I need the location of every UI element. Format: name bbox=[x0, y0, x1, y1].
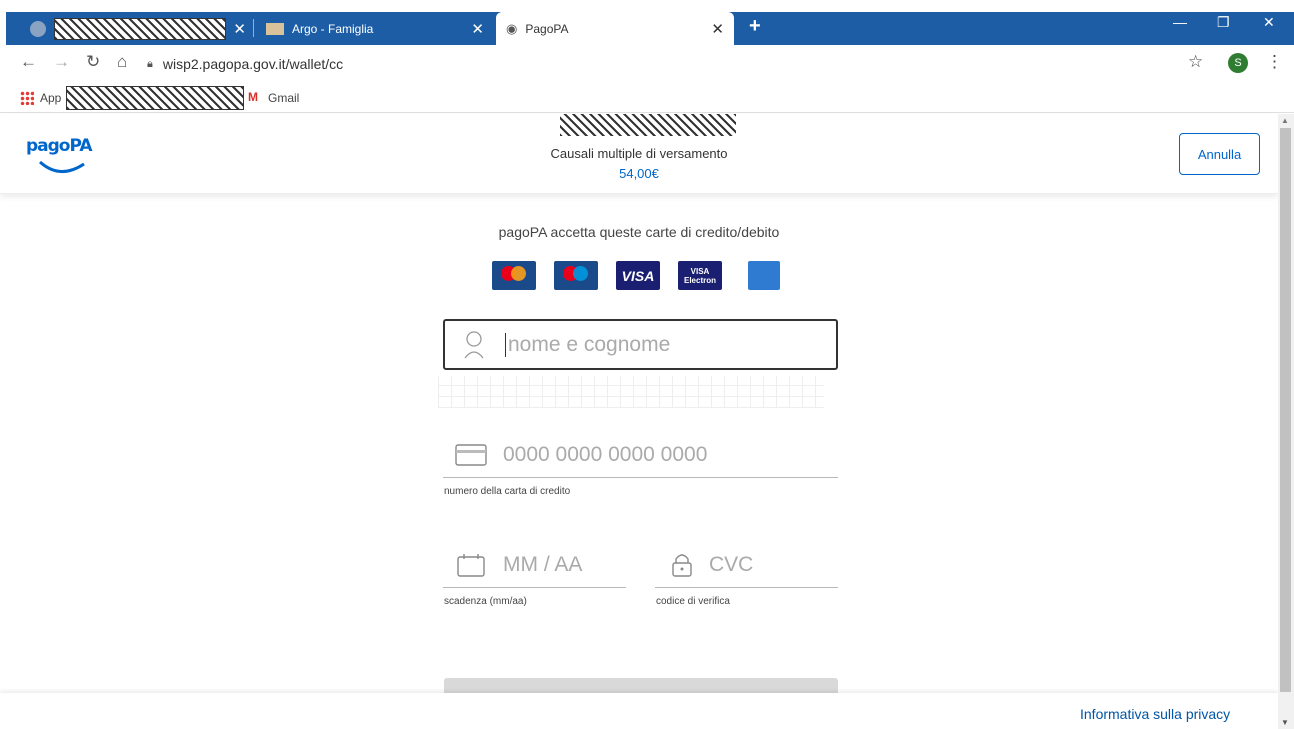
close-window-icon[interactable]: ✕ bbox=[1263, 14, 1275, 31]
close-tab-icon[interactable]: ✕ bbox=[711, 20, 724, 38]
cvc-placeholder: CVC bbox=[709, 552, 754, 576]
bookmark-apps[interactable]: App bbox=[40, 91, 61, 105]
cardholder-name-input[interactable]: nome e cognome bbox=[443, 319, 838, 370]
new-tab-button[interactable]: + bbox=[749, 15, 761, 38]
cancel-button[interactable]: Annulla bbox=[1179, 133, 1260, 175]
calendar-icon bbox=[457, 553, 485, 577]
footer: Informativa sulla privacy bbox=[0, 693, 1278, 729]
pagopa-header: pagoPA Causali multiple di versamento 54… bbox=[0, 114, 1278, 194]
bookmark-star-icon[interactable]: ☆ bbox=[1188, 52, 1203, 72]
url-text: wisp2.pagopa.gov.it/wallet/cc bbox=[162, 56, 344, 72]
visa-icon: VISA bbox=[616, 261, 660, 290]
home-icon[interactable]: ⌂ bbox=[117, 52, 127, 72]
forward-icon[interactable]: → bbox=[53, 52, 70, 72]
cvc-hint: codice di verifica bbox=[656, 596, 730, 607]
accepted-cards-text: pagoPA accetta queste carte di credito/d… bbox=[498, 224, 780, 240]
redacted-creditor bbox=[560, 114, 736, 136]
gmail-icon: M bbox=[248, 90, 258, 104]
credit-card-icon bbox=[455, 443, 487, 466]
bookmark-gmail[interactable]: Gmail bbox=[268, 91, 299, 105]
text-cursor bbox=[505, 332, 506, 357]
redacted-tab-title bbox=[54, 17, 226, 40]
visa-electron-icon: VISA Electron bbox=[678, 261, 722, 290]
apps-grid-icon[interactable] bbox=[20, 91, 34, 105]
browser-tab-bar: ✕ Argo - Famiglia ✕ ◉ PagoPA ✕ + — ❐ ✕ bbox=[0, 0, 1294, 45]
profile-avatar[interactable]: S bbox=[1228, 53, 1248, 73]
scroll-down-icon[interactable]: ▼ bbox=[1281, 718, 1289, 727]
url-field[interactable]: 🔒︎ wisp2.pagopa.gov.it/wallet/cc bbox=[147, 50, 1210, 78]
tab-label: Argo - Famiglia bbox=[292, 21, 374, 36]
scrollbar-thumb[interactable] bbox=[1280, 128, 1291, 692]
expiry-input[interactable]: MM / AA bbox=[443, 542, 626, 588]
scroll-up-icon[interactable]: ▲ bbox=[1281, 116, 1289, 125]
card-number-placeholder: 0000 0000 0000 0000 bbox=[503, 442, 708, 466]
globe-icon bbox=[30, 20, 46, 37]
tab-divider bbox=[253, 19, 254, 37]
globe-icon: ◉ bbox=[506, 20, 518, 36]
close-tab-icon[interactable]: ✕ bbox=[233, 20, 246, 38]
privacy-link[interactable]: Informativa sulla privacy bbox=[1080, 706, 1230, 722]
grid-artifact bbox=[438, 376, 824, 408]
expiry-hint: scadenza (mm/aa) bbox=[444, 596, 527, 607]
lock-icon bbox=[672, 553, 692, 577]
card-number-hint: numero della carta di credito bbox=[444, 486, 571, 497]
bookmarks-bar: App M Gmail bbox=[0, 83, 1294, 113]
argo-favicon-icon bbox=[266, 22, 284, 35]
maestro-icon bbox=[554, 261, 598, 290]
restore-icon[interactable]: ❐ bbox=[1217, 14, 1230, 31]
user-icon bbox=[464, 330, 484, 358]
tab-argo-famiglia[interactable]: Argo - Famiglia ✕ bbox=[258, 12, 494, 45]
close-tab-icon[interactable]: ✕ bbox=[471, 20, 484, 38]
expiry-placeholder: MM / AA bbox=[503, 552, 583, 576]
tab-pagopa[interactable]: ◉ PagoPA ✕ bbox=[496, 12, 734, 45]
reload-icon[interactable]: ↻ bbox=[86, 52, 100, 72]
american-express-icon bbox=[748, 261, 780, 290]
card-number-input[interactable]: 0000 0000 0000 0000 bbox=[443, 432, 838, 478]
payment-description: Causali multiple di versamento bbox=[550, 146, 728, 161]
mastercard-icon bbox=[492, 261, 536, 290]
redacted-bookmark bbox=[66, 86, 244, 110]
payment-amount: 54,00€ bbox=[619, 166, 659, 181]
lock-icon: 🔒︎ bbox=[147, 57, 153, 70]
tab-label: PagoPA bbox=[525, 21, 569, 36]
cvc-input[interactable]: CVC bbox=[655, 542, 838, 588]
minimize-icon[interactable]: — bbox=[1173, 14, 1187, 30]
back-icon[interactable]: ← bbox=[20, 52, 37, 72]
menu-dots-icon[interactable]: ⋮ bbox=[1266, 52, 1283, 72]
cardholder-name-placeholder: nome e cognome bbox=[508, 332, 671, 356]
tab-redacted[interactable]: ✕ bbox=[20, 12, 256, 45]
